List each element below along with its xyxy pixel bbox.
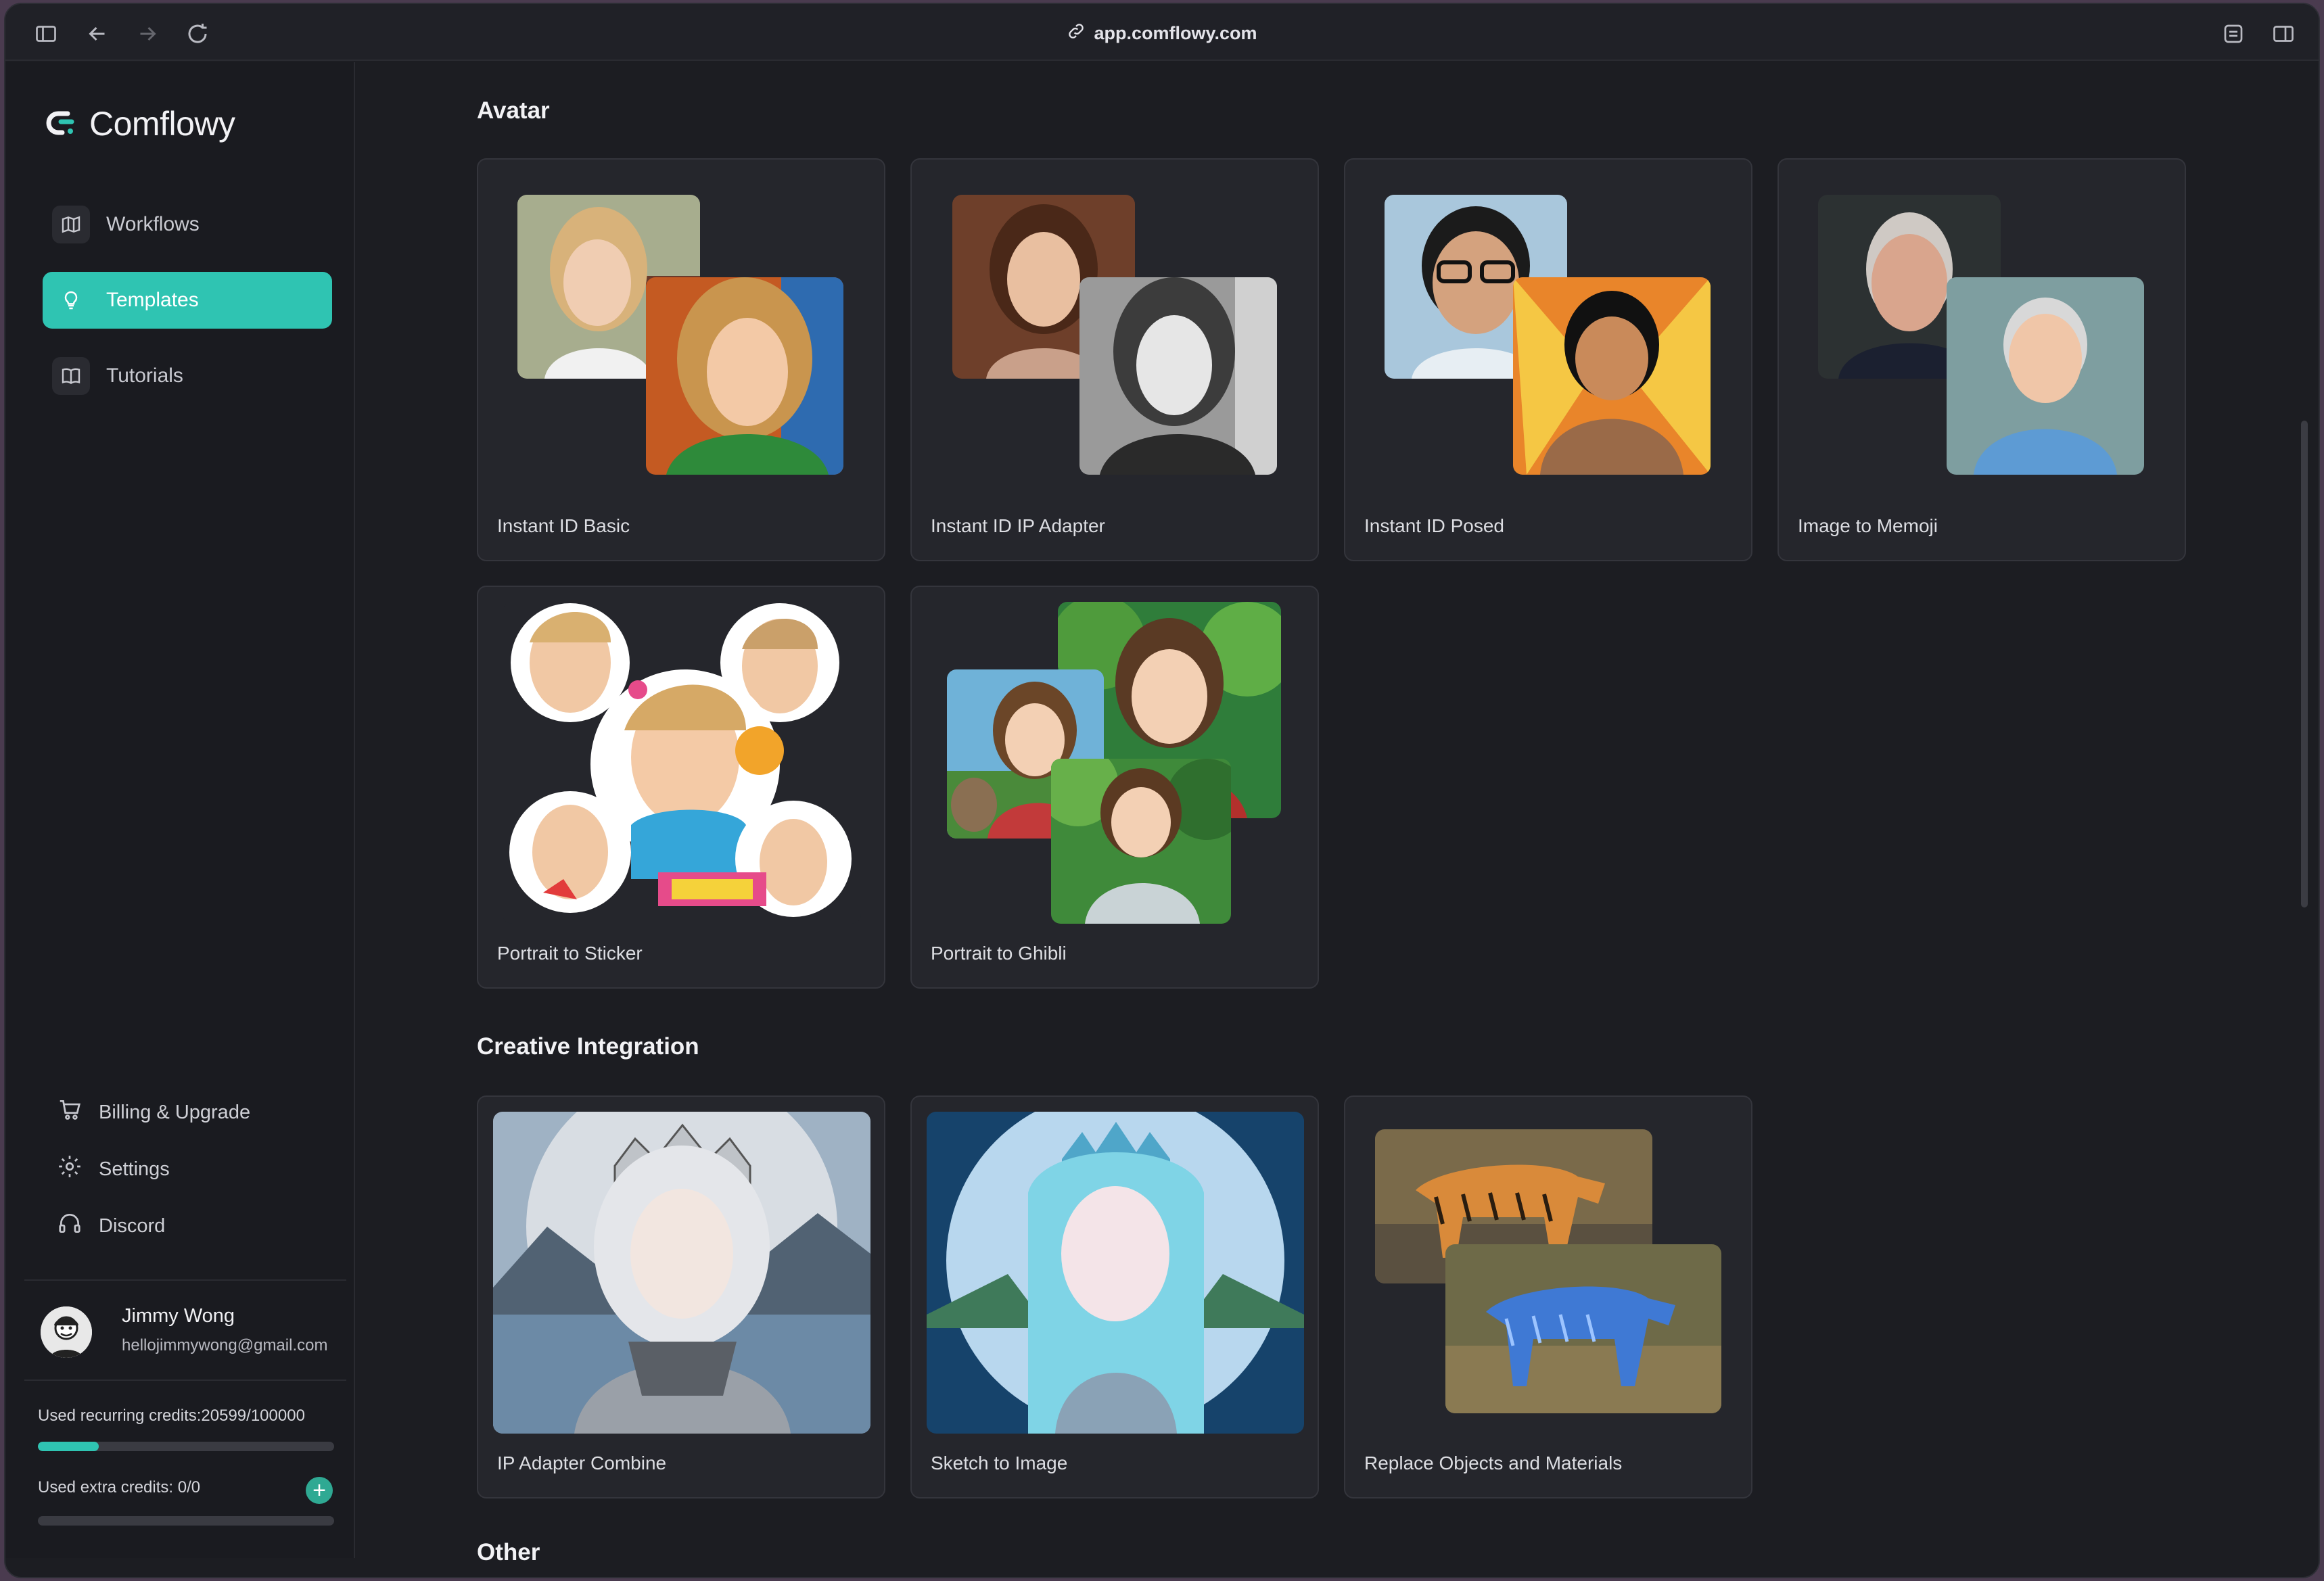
cart-icon (57, 1097, 83, 1128)
split-view-icon[interactable] (2271, 22, 2296, 46)
template-card-image-to-memoji[interactable]: Image to Memoji (1777, 158, 2186, 561)
comflowy-logo-icon (46, 111, 74, 135)
template-card-replace-objects-and-materials[interactable]: Replace Objects and Materials (1344, 1095, 1752, 1499)
discord-label: Discord (99, 1214, 166, 1237)
template-card-instant-id-ip-adapter[interactable]: Instant ID IP Adapter (910, 158, 1319, 561)
recurring-credits-label: Used recurring credits:20599/100000 (38, 1407, 305, 1425)
settings-link[interactable]: Settings (57, 1154, 170, 1185)
main-scrollbar[interactable] (2301, 421, 2308, 907)
book-icon (52, 357, 90, 395)
template-card-label: Sketch to Image (931, 1453, 1068, 1473)
extra-credits-label: Used extra credits: 0/0 (38, 1478, 201, 1496)
template-card-label: Instant ID Posed (1364, 515, 1505, 536)
template-thumbnail (493, 1112, 870, 1434)
section-title-other: Other (477, 1539, 540, 1565)
gear-icon (57, 1154, 83, 1185)
app-logo[interactable]: Comflowy (45, 104, 235, 143)
settings-label: Settings (99, 1158, 170, 1180)
nav-label: Workflows (106, 213, 200, 235)
template-thumbnail (503, 602, 861, 924)
sidebar-divider (24, 1279, 346, 1281)
recurring-credits-bar (38, 1442, 334, 1451)
extension-icon[interactable] (2221, 22, 2246, 46)
add-credits-button[interactable]: + (306, 1477, 333, 1504)
template-card-portrait-to-ghibli[interactable]: Portrait to Ghibli (910, 586, 1319, 989)
map-icon (52, 206, 90, 243)
template-thumbnail (646, 277, 843, 475)
user-name: Jimmy Wong (122, 1305, 235, 1327)
sidebar-divider (24, 1379, 346, 1381)
extra-credits-bar (38, 1516, 334, 1526)
nav-label: Templates (106, 289, 199, 311)
template-card-label: Replace Objects and Materials (1364, 1453, 1623, 1473)
section-title-creative-integration: Creative Integration (477, 1033, 699, 1060)
nav-templates[interactable]: Templates (43, 272, 332, 329)
template-card-label: Image to Memoji (1798, 515, 1938, 536)
template-thumbnail (1513, 277, 1711, 475)
lightbulb-icon (52, 281, 90, 319)
headset-icon (57, 1210, 83, 1242)
nav-label: Tutorials (106, 364, 183, 387)
template-thumbnail (1079, 277, 1277, 475)
template-card-label: Instant ID IP Adapter (931, 515, 1105, 536)
app-name: Comflowy (89, 105, 235, 143)
template-thumbnail (1947, 277, 2144, 475)
template-card-label: Instant ID Basic (497, 515, 630, 536)
billing-label: Billing & Upgrade (99, 1101, 251, 1123)
template-card-ip-adapter-combine[interactable]: IP Adapter Combine (477, 1095, 885, 1499)
template-card-sketch-to-image[interactable]: Sketch to Image (910, 1095, 1319, 1499)
nav-workflows[interactable]: Workflows (43, 196, 332, 253)
template-card-label: IP Adapter Combine (497, 1453, 667, 1473)
nav-tutorials[interactable]: Tutorials (43, 348, 332, 404)
address-bar[interactable]: app.comflowy.com (5, 22, 2319, 45)
template-card-portrait-to-sticker[interactable]: Portrait to Sticker (477, 586, 885, 989)
template-card-instant-id-posed[interactable]: Instant ID Posed (1344, 158, 1752, 561)
sidebar: Comflowy Workflows Templates Tutorials B… (5, 62, 355, 1558)
template-card-label: Portrait to Sticker (497, 943, 643, 964)
template-thumbnail (927, 1112, 1304, 1434)
browser-toolbar: app.comflowy.com (5, 4, 2319, 61)
discord-link[interactable]: Discord (57, 1210, 165, 1242)
user-email: hellojimmywong@gmail.com (122, 1336, 328, 1354)
recurring-credits-fill (38, 1442, 99, 1451)
link-icon (1067, 22, 1086, 45)
template-card-label: Portrait to Ghibli (931, 943, 1067, 964)
avatar[interactable] (41, 1306, 92, 1358)
template-card-instant-id-basic[interactable]: Instant ID Basic (477, 158, 885, 561)
section-title-avatar: Avatar (477, 97, 550, 124)
url-text: app.comflowy.com (1094, 23, 1257, 43)
billing-upgrade-link[interactable]: Billing & Upgrade (57, 1097, 250, 1128)
browser-window: app.comflowy.com Comflowy Workflows Temp… (4, 3, 2320, 1578)
template-thumbnail (1445, 1244, 1721, 1413)
template-thumbnail (1051, 759, 1231, 924)
templates-main: Avatar Instant ID Basic Instant ID IP Ad… (356, 62, 2319, 1577)
